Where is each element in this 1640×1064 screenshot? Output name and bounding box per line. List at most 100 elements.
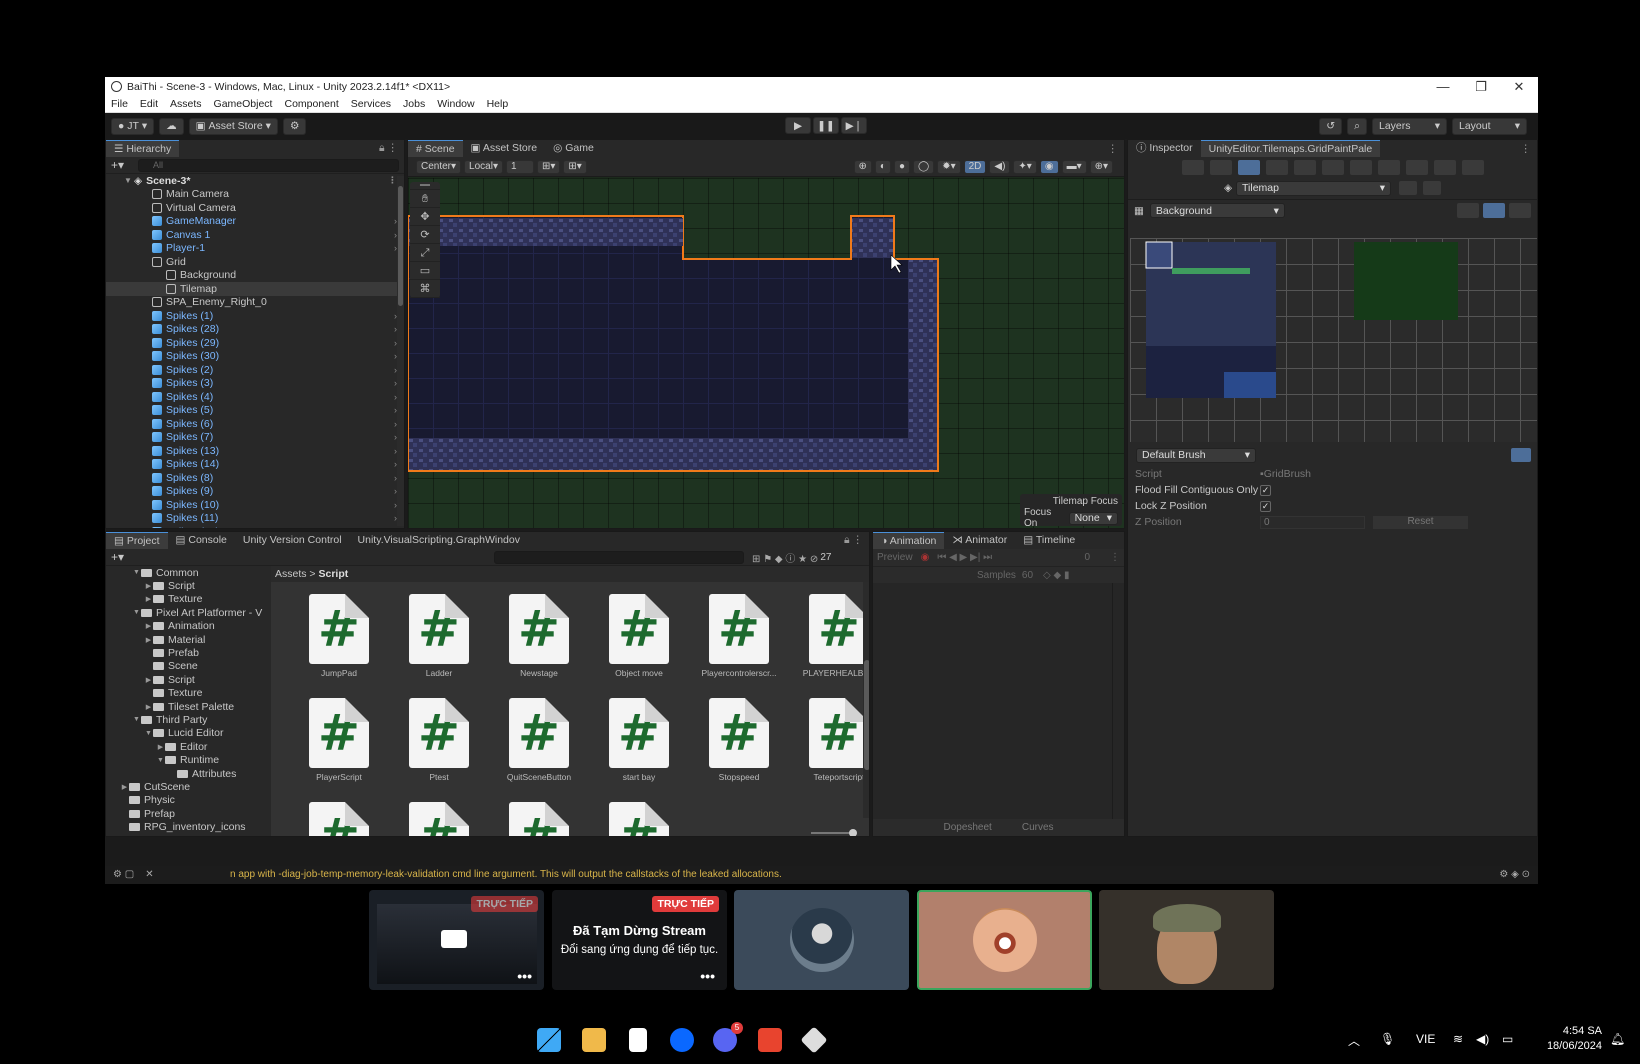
status-message[interactable]: n app with -diag-job-temp-memory-leak-va… [230, 869, 782, 880]
battery-icon[interactable]: ▭ [1502, 1032, 1513, 1046]
folder-item[interactable]: ▶ CutScene [106, 780, 268, 793]
space-dropdown[interactable]: Local ▾ [464, 159, 503, 174]
clock-date[interactable]: 18/06/2024 [1535, 1040, 1602, 1052]
maximize-button[interactable]: ❐ [1462, 79, 1500, 95]
box-fill-icon[interactable] [1265, 159, 1288, 175]
picker-icon[interactable] [1293, 159, 1316, 175]
history-button[interactable]: ↺ [1319, 117, 1343, 135]
brush-settings-icon[interactable] [1511, 448, 1531, 462]
menu-window[interactable]: Window [437, 98, 474, 110]
hierarchy-item[interactable]: Grid [106, 255, 404, 269]
folder-item[interactable]: ▶ Script [106, 673, 268, 686]
stream-tile-screenshare[interactable]: TRỰC TIẾP ••• [369, 890, 544, 990]
menu-services[interactable]: Services [351, 98, 391, 110]
script-asset[interactable]: # Ptest [389, 698, 489, 788]
overlay-window-icons[interactable]: ⚙︎ ▢ ✕ [113, 866, 162, 884]
microphone-icon[interactable]: 🎙︎ [1380, 1032, 1395, 1046]
discord-icon[interactable]: 5 [713, 1022, 743, 1052]
clock-time[interactable]: 4:54 SA [1554, 1025, 1602, 1037]
expand-arrow-icon[interactable]: ▼ [132, 609, 141, 616]
paint-brush-icon[interactable] [1237, 159, 1260, 175]
cloud-button[interactable]: ☁ [159, 117, 184, 135]
script-asset[interactable]: # PlayerScript [289, 698, 389, 788]
filter-icons[interactable]: ⊞ ⚑ ◆ ⓘ ★ ⊘ [752, 550, 818, 565]
hierarchy-item[interactable]: Spikes (11) › [106, 512, 404, 526]
more-options-button[interactable]: ••• [700, 968, 715, 984]
transform-tool-icon[interactable]: ⌘ [410, 280, 440, 298]
chevron-up-icon[interactable]: ︿ [1348, 1032, 1360, 1049]
layers-dropdown[interactable]: Layers ▾ [1372, 117, 1447, 135]
step-button[interactable]: ▶❘ [841, 117, 867, 134]
add-icon[interactable]: +▾ [111, 158, 124, 172]
preview-button[interactable]: Preview [877, 552, 913, 563]
play-button[interactable]: ▶ [785, 117, 811, 134]
flip-y-icon[interactable] [1461, 159, 1484, 175]
folder-item[interactable]: ▼ Lucid Editor [106, 727, 268, 740]
fill-icon[interactable] [1349, 159, 1372, 175]
tab-scene[interactable]: # Scene [408, 140, 463, 157]
zoom-slider[interactable] [811, 829, 857, 836]
expand-arrow-icon[interactable]: ▶ [144, 622, 153, 630]
script-asset[interactable]: # start bay [589, 698, 689, 788]
reset-button[interactable]: Reset [1373, 515, 1468, 529]
tab-tile-palette[interactable]: UnityEditor.Tilemaps.GridPaintPale [1200, 140, 1381, 157]
hierarchy-item[interactable]: GameManager › [106, 215, 404, 229]
lock-icon[interactable]: 🔒︎ ⋮ [844, 534, 863, 547]
hierarchy-item[interactable]: Spikes (6) › [106, 417, 404, 431]
hierarchy-item[interactable]: Spikes (13) › [106, 444, 404, 458]
tab-hierarchy[interactable]: ☰ Hierarchy [106, 140, 180, 157]
samples-field[interactable]: 60 [1022, 570, 1033, 581]
effects-icon[interactable]: ✦▾ [1013, 159, 1037, 174]
notification-icon[interactable]: 🔔︎ [1610, 1032, 1625, 1046]
hierarchy-item[interactable]: Spikes (12) › [106, 525, 404, 528]
participant-tile-1[interactable] [734, 890, 909, 990]
drag-handle-icon[interactable]: ══ [410, 182, 440, 190]
grid-snap-button[interactable]: ⊞▾ [536, 159, 561, 174]
menu-file[interactable]: File [111, 98, 128, 110]
edit-target-icon[interactable] [1399, 181, 1418, 195]
folder-item[interactable]: Scene [106, 660, 268, 673]
curves-tab[interactable]: Curves [1022, 822, 1054, 833]
dopesheet-tab[interactable]: Dopesheet [943, 822, 991, 833]
folder-item[interactable]: ▶ Texture [106, 593, 268, 606]
file-explorer-icon[interactable] [582, 1028, 606, 1052]
hierarchy-item[interactable]: Spikes (8) › [106, 471, 404, 485]
folder-item[interactable]: ▼ Runtime [106, 753, 268, 766]
hierarchy-item[interactable]: Spikes (4) › [106, 390, 404, 404]
tab-timeline[interactable]: ▤ Timeline [1015, 532, 1083, 549]
hierarchy-item[interactable]: Spikes (9) › [106, 485, 404, 499]
hand-tool-icon[interactable]: ✋︎ [410, 190, 440, 208]
script-asset[interactable]: # QuitSceneButton [489, 698, 589, 788]
record-icon[interactable]: ◉ [921, 552, 930, 563]
pivot-dropdown[interactable]: Center ▾ [416, 159, 462, 174]
expand-arrow-icon[interactable]: ▶ [144, 636, 153, 644]
tab-game[interactable]: ◎ Game [545, 140, 602, 157]
script-asset[interactable]: # [389, 802, 489, 836]
tab-inspector[interactable]: ⓘ Inspector [1128, 140, 1201, 157]
script-asset[interactable]: # Newstage [489, 594, 589, 684]
script-asset[interactable]: # [289, 802, 389, 836]
volume-icon[interactable]: ◀) [1476, 1032, 1489, 1046]
gizmo-toggle-icon[interactable] [1509, 203, 1531, 218]
frame-field[interactable]: 0 [1084, 552, 1090, 563]
keyframe-icons[interactable]: ◇ ◆ ▮ [1043, 570, 1069, 581]
tab-graph-window[interactable]: Unity.VisualScripting.GraphWindov [350, 532, 528, 549]
folder-item[interactable]: ▶ Animation [106, 620, 268, 633]
audio-icon[interactable]: ◀) [989, 159, 1011, 174]
script-asset[interactable]: # JumpPad [289, 594, 389, 684]
flood-fill-checkbox[interactable]: ✓ [1260, 484, 1271, 496]
shaded-mode-icon[interactable]: ● [893, 159, 910, 174]
folder-item[interactable]: ▼ Pixel Art Platformer - V [106, 606, 268, 619]
scale-tool-icon[interactable]: ⤢ [410, 244, 440, 262]
folder-item[interactable]: Attributes [106, 767, 268, 780]
script-asset[interactable]: # PLAYERHEALBAR [789, 594, 869, 684]
folder-item[interactable]: Scenes [106, 834, 268, 837]
hierarchy-item[interactable]: Canvas 1 › [106, 228, 404, 242]
hierarchy-item[interactable]: Player-1 › [106, 242, 404, 256]
camera-icon[interactable]: ▬▾ [1061, 159, 1087, 174]
project-search-input[interactable] [494, 550, 745, 564]
script-asset[interactable]: # Object move [589, 594, 689, 684]
menu-gameobject[interactable]: GameObject [214, 98, 273, 110]
hierarchy-item[interactable]: Virtual Camera [106, 201, 404, 215]
hierarchy-item[interactable]: SPA_Enemy_Right_0 [106, 296, 404, 310]
